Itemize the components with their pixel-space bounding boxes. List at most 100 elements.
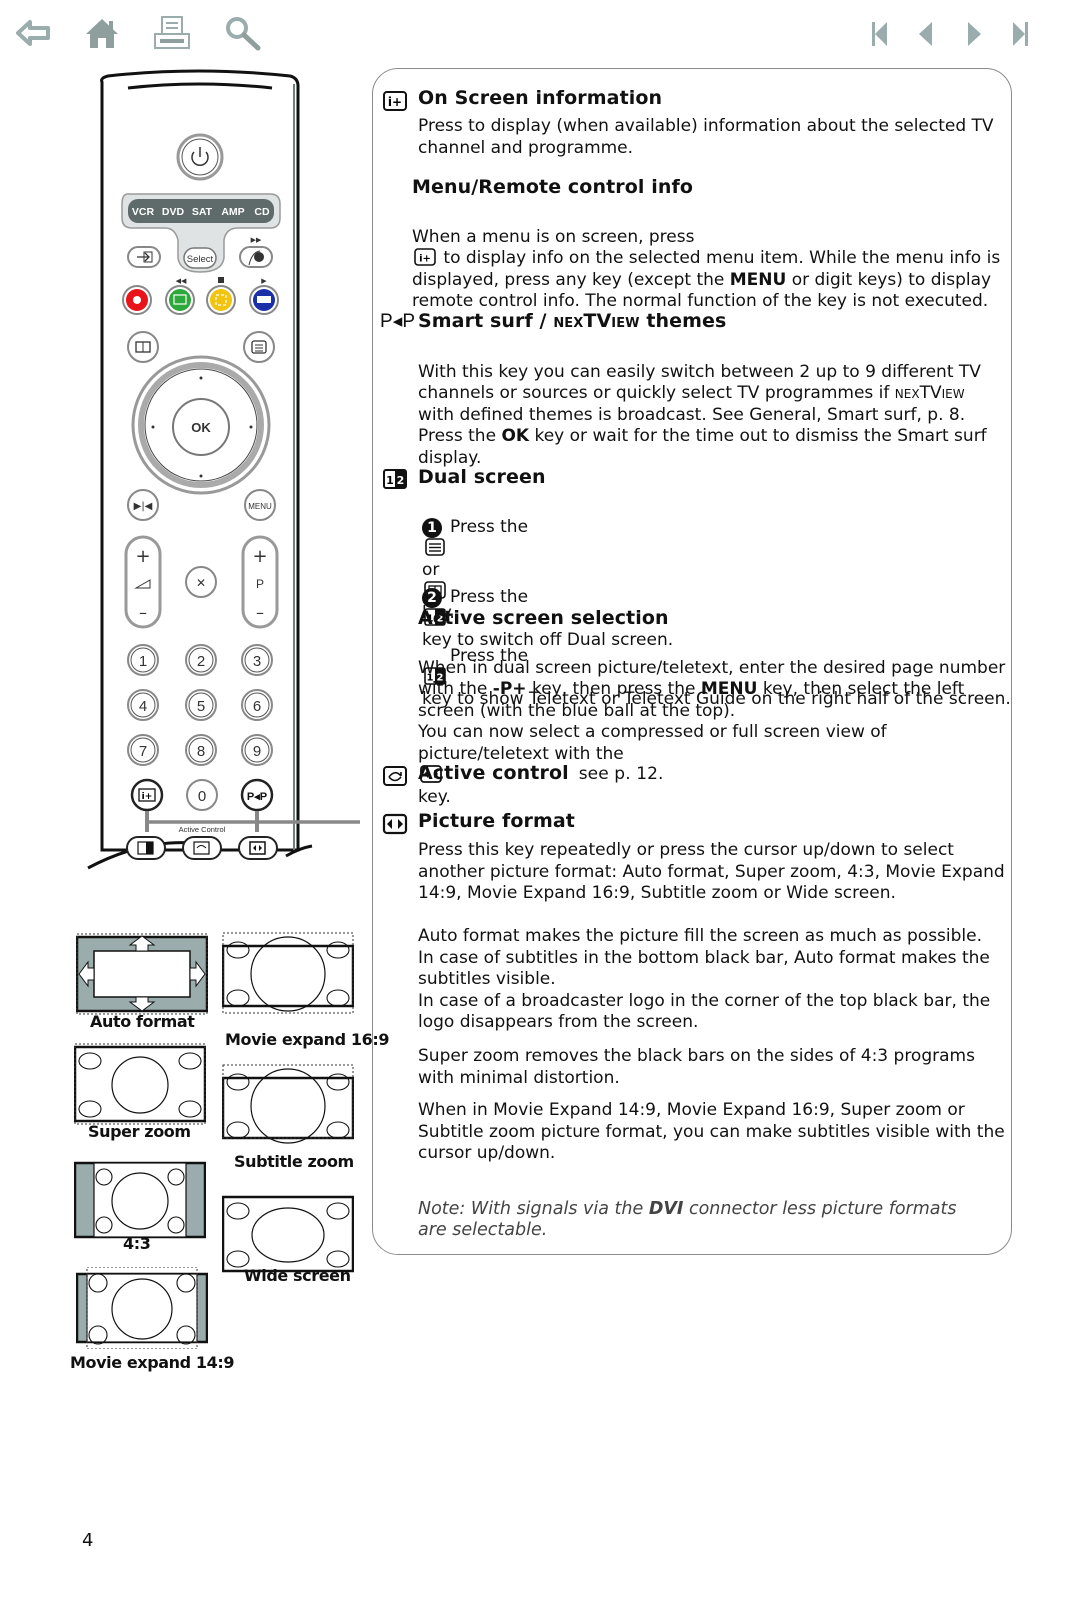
svg-text:MENU: MENU — [248, 502, 272, 511]
svg-text:✕: ✕ — [196, 576, 206, 590]
heading-menu-remote-info: Menu/Remote control info — [412, 176, 693, 198]
freeze-key[interactable]: ▶|◀ — [127, 489, 159, 521]
picture-format-key[interactable] — [238, 836, 278, 860]
info-plus-icon: i+ — [382, 90, 408, 112]
heading-picture-format: Picture format — [418, 810, 575, 832]
svg-text:0: 0 — [198, 788, 206, 805]
picture-format-intro: Press this key repeatedly or press the c… — [418, 840, 1005, 903]
power-button[interactable] — [176, 133, 224, 181]
format-label-wide-screen: Wide screen — [244, 1266, 351, 1285]
svg-text:P: P — [256, 577, 264, 591]
format-label-super-zoom: Super zoom — [88, 1122, 191, 1141]
first-page-icon[interactable] — [862, 14, 896, 52]
heading-smart-surf: Smart surf / nexTView themes — [418, 310, 727, 332]
dvi-note: Note: With signals via the DVI connector… — [418, 1198, 957, 1241]
svg-text:Select: Select — [187, 254, 214, 265]
heading-active-screen-selection: Active screen selection — [418, 607, 669, 629]
svg-text:P◂P: P◂P — [247, 791, 267, 803]
heading-active-control: Active control see p. 12. — [418, 762, 664, 784]
on-screen-information-text: Press to display (when available) inform… — [418, 116, 994, 158]
teletext-key[interactable] — [243, 331, 275, 363]
super-zoom-explanation: Super zoom removes the black bars on the… — [418, 1046, 975, 1088]
volume-rocker[interactable]: + – — [124, 535, 162, 629]
green-key[interactable] — [165, 285, 195, 315]
digit-key-6[interactable]: 6 — [241, 689, 273, 721]
thumb-movie-16-9 — [222, 932, 354, 1014]
previous-page-icon[interactable] — [910, 14, 944, 52]
format-label-movie-14-9: Movie expand 14:9 — [70, 1353, 235, 1372]
digit-key-5[interactable]: 5 — [185, 689, 217, 721]
menu-key[interactable]: MENU — [244, 489, 276, 521]
page-number: 4 — [82, 1530, 94, 1551]
smart-surf-icon: P◂P — [380, 311, 416, 332]
input-button[interactable] — [127, 246, 161, 268]
select-button[interactable]: Select — [183, 247, 217, 269]
svg-text:i+: i+ — [388, 95, 402, 109]
auto-format-explanation: Auto format makes the picture fill the s… — [418, 926, 991, 1032]
source-key-amp[interactable]: AMP — [221, 206, 244, 218]
dual-screen-key[interactable] — [126, 836, 166, 860]
remote-control-illustration: VCR DVD SAT AMP CD Select ▶▶ ◀◀ ▶ OK ▶|◀… — [87, 69, 360, 870]
svg-text:–: – — [139, 603, 147, 622]
digit-key-4[interactable]: 4 — [127, 689, 159, 721]
mute-key[interactable]: ✕ — [185, 566, 217, 598]
svg-text:▶▶: ▶▶ — [251, 236, 262, 244]
svg-text:3: 3 — [253, 653, 261, 670]
last-page-icon[interactable] — [1004, 14, 1038, 52]
step-number-2: 2 — [422, 587, 442, 608]
digit-key-3[interactable]: 3 — [241, 644, 273, 676]
svg-text:▶: ▶ — [261, 277, 267, 285]
digit-key-0[interactable]: 0 — [186, 779, 218, 811]
format-label-movie-16-9: Movie expand 16:9 — [225, 1030, 390, 1049]
digit-key-2[interactable]: 2 — [185, 644, 217, 676]
svg-text:▶|◀: ▶|◀ — [134, 501, 153, 512]
digit-key-8[interactable]: 8 — [185, 734, 217, 766]
active-control-key[interactable] — [182, 836, 222, 860]
svg-text:1: 1 — [386, 474, 394, 487]
blue-key[interactable] — [249, 285, 279, 315]
step-number-1: 1 — [422, 517, 442, 538]
svg-text:◀◀: ◀◀ — [176, 277, 187, 285]
heading-on-screen-information: On Screen information — [418, 87, 663, 109]
smart-surf-text: With this key you can easily switch betw… — [418, 361, 987, 468]
next-page-icon[interactable] — [956, 14, 990, 52]
see-page-reference[interactable]: see p. 12. — [579, 764, 664, 784]
thumb-wide-screen — [222, 1195, 354, 1273]
digit-key-9[interactable]: 9 — [241, 734, 273, 766]
program-rocker[interactable]: + P – — [241, 535, 279, 629]
thumb-subtitle-zoom — [222, 1064, 354, 1144]
source-key-dvd[interactable]: DVD — [162, 206, 185, 218]
svg-text:–: – — [256, 603, 264, 622]
svg-text:7: 7 — [139, 743, 147, 760]
info-plus-icon: i+ — [414, 248, 436, 266]
av-mode-button[interactable] — [239, 246, 273, 268]
svg-text:2: 2 — [397, 474, 405, 487]
smart-surf-key[interactable]: P◂P — [240, 778, 274, 812]
ok-button[interactable]: OK — [172, 398, 230, 456]
info-key[interactable]: i+ — [130, 778, 164, 812]
svg-text:i+: i+ — [419, 254, 431, 265]
subtitle-visibility-explanation: When in Movie Expand 14:9, Movie Expand … — [418, 1100, 1005, 1163]
digit-key-7[interactable]: 7 — [127, 734, 159, 766]
red-key[interactable] — [122, 285, 152, 315]
source-key-cd[interactable]: CD — [254, 206, 270, 218]
digit-key-1[interactable]: 1 — [127, 644, 159, 676]
svg-text:8: 8 — [197, 743, 205, 760]
source-key-sat[interactable]: SAT — [192, 206, 213, 218]
svg-text:OK: OK — [191, 420, 211, 435]
active-control-icon — [382, 765, 408, 787]
picture-format-icon — [382, 813, 408, 835]
thumb-movie-14-9 — [76, 1267, 208, 1349]
yellow-key[interactable] — [206, 285, 236, 315]
thumb-auto-format — [76, 933, 208, 1015]
svg-text:1: 1 — [139, 653, 147, 670]
source-key-vcr[interactable]: VCR — [132, 206, 155, 218]
heading-dual-screen: Dual screen — [418, 466, 546, 488]
format-label-subtitle-zoom: Subtitle zoom — [234, 1152, 354, 1171]
format-label-4-3: 4:3 — [123, 1234, 151, 1253]
svg-text:i+: i+ — [142, 792, 153, 802]
svg-text:+: + — [135, 546, 150, 567]
thumb-4-3 — [74, 1161, 206, 1239]
thumb-super-zoom — [74, 1043, 206, 1125]
guide-key[interactable] — [127, 331, 159, 363]
